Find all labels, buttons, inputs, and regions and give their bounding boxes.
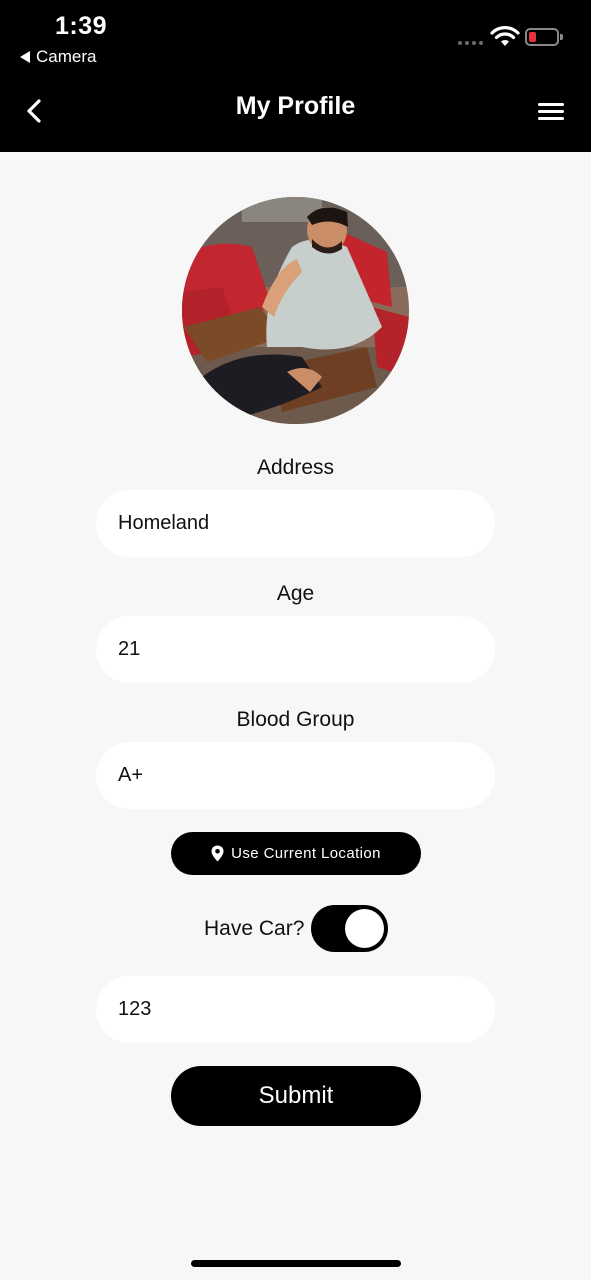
car-number-field[interactable]: [96, 976, 495, 1043]
have-car-toggle[interactable]: [311, 905, 389, 952]
home-indicator[interactable]: [191, 1260, 401, 1267]
have-car-row: Have Car?: [204, 905, 389, 952]
back-app-label: Camera: [36, 47, 97, 66]
address-field[interactable]: [96, 490, 495, 557]
address-label: Address: [256, 456, 335, 479]
submit-button[interactable]: Submit: [171, 1066, 421, 1126]
cellular-signal-icon: [458, 41, 483, 45]
wifi-icon: [490, 26, 520, 46]
status-time: 1:39: [55, 12, 108, 40]
back-triangle-icon: [20, 51, 30, 63]
page-title: My Profile: [235, 92, 356, 120]
profile-photo: [182, 197, 409, 424]
back-to-app-link[interactable]: Camera: [20, 47, 96, 67]
blood-group-label: Blood Group: [236, 708, 355, 731]
profile-screen: 1:39 Camera My Profile Address Homeland …: [0, 0, 591, 1280]
age-field[interactable]: [96, 616, 495, 683]
age-label: Age: [276, 582, 315, 605]
top-bar: 1:39 Camera My Profile: [0, 0, 591, 152]
map-pin-icon: [211, 845, 224, 862]
submit-label: Submit: [258, 1082, 334, 1109]
use-current-location-label: Use Current Location: [231, 845, 381, 862]
menu-button[interactable]: [534, 98, 568, 126]
have-car-label: Have Car?: [204, 916, 305, 940]
toggle-knob: [345, 909, 385, 948]
use-current-location-button[interactable]: Use Current Location: [171, 832, 421, 875]
blood-group-field[interactable]: [96, 742, 495, 809]
avatar[interactable]: [182, 197, 409, 424]
hamburger-menu-icon: [538, 103, 564, 106]
battery-icon: [525, 28, 563, 46]
